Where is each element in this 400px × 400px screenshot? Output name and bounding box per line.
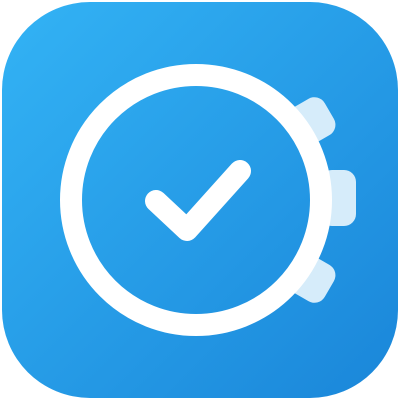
app-icon[interactable] xyxy=(0,0,400,400)
canvas xyxy=(0,0,400,400)
stopwatch-check-icon xyxy=(2,2,398,398)
